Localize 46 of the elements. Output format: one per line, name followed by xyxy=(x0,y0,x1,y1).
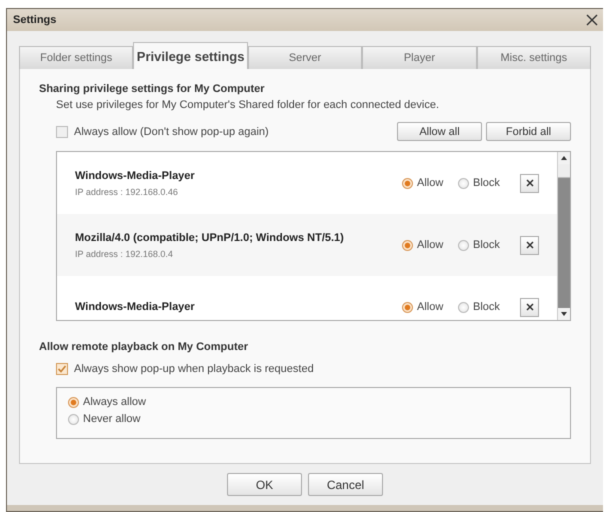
radio-button[interactable] xyxy=(458,302,469,312)
remove-icon[interactable] xyxy=(520,174,539,192)
section-heading: Sharing privilege settings for My Computer xyxy=(39,83,266,95)
remove-icon[interactable] xyxy=(520,236,539,254)
radio-label: Allow xyxy=(417,239,444,251)
radio-label: Allow xyxy=(417,301,444,313)
radio-label: Block xyxy=(473,177,500,189)
tab[interactable]: Misc. settings xyxy=(476,46,592,69)
checkbox[interactable] xyxy=(56,126,68,138)
scroll-thumb[interactable] xyxy=(558,164,570,178)
section-description: Set use privileges for My Computer's Shared folder for each connected device. xyxy=(56,99,440,111)
action-button[interactable]: Allow all xyxy=(397,122,482,141)
ip-address: IP address : 192.168.0.4 xyxy=(75,248,174,258)
window-title: Settings xyxy=(13,14,56,26)
tab[interactable]: Privilege settings xyxy=(133,42,248,69)
section-heading: Allow remote playback on My Computer xyxy=(39,341,250,353)
device-name: Mozilla/4.0 (compatible; UPnP/1.0; Windows NT/5.1) xyxy=(75,232,345,244)
tab[interactable]: Folder settings xyxy=(19,46,134,69)
radio-button[interactable] xyxy=(68,396,79,408)
radio-button[interactable] xyxy=(68,414,79,424)
scroll-down-icon[interactable] xyxy=(558,308,570,320)
radio-label: Block xyxy=(473,301,500,313)
radio-label: Allow xyxy=(417,177,444,189)
tab[interactable]: Server xyxy=(248,46,362,69)
checkbox-label: Always show pop-up when playback is requested xyxy=(74,363,314,375)
device-name: Windows-Media-Player xyxy=(75,170,196,182)
device-name: Windows-Media-Player xyxy=(75,301,196,313)
dialog-button[interactable]: OK xyxy=(227,473,302,496)
radio-button[interactable] xyxy=(402,240,413,250)
dialog-button[interactable]: Cancel xyxy=(308,473,383,496)
action-button[interactable]: Forbid all xyxy=(486,122,571,141)
radio-button[interactable] xyxy=(402,178,413,188)
scrollbar[interactable] xyxy=(557,152,570,320)
checkbox-label: Always allow (Don't show pop-up again) xyxy=(74,126,269,138)
scroll-up-icon[interactable] xyxy=(558,152,570,164)
radio-button[interactable] xyxy=(402,302,413,312)
radio-button[interactable] xyxy=(458,178,469,188)
radio-label: Always allow xyxy=(83,396,146,408)
radio-label: Block xyxy=(473,239,500,251)
tab[interactable]: Player xyxy=(362,46,477,69)
close-icon[interactable] xyxy=(585,13,599,27)
radio-button[interactable] xyxy=(458,240,469,250)
remove-icon[interactable] xyxy=(520,298,539,316)
ip-address: IP address : 192.168.0.46 xyxy=(75,186,179,196)
radio-label: Never allow xyxy=(83,413,140,425)
checkbox[interactable] xyxy=(56,363,68,375)
